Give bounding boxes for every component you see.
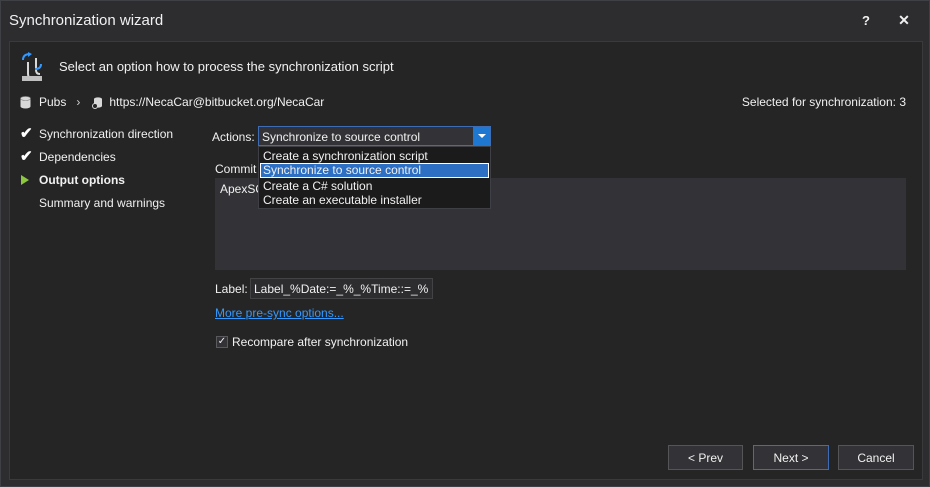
title-bar: Synchronization wizard ? ✕	[1, 1, 929, 39]
selected-count: Selected for synchronization: 3	[741, 95, 906, 109]
step-synchronization-direction[interactable]: ✔ Synchronization direction	[20, 122, 173, 145]
repository-icon	[92, 96, 103, 109]
option-create-sync-script[interactable]: Create a synchronization script	[260, 149, 489, 164]
actions-selected-value: Synchronize to source control	[262, 130, 421, 144]
check-icon: ✓	[217, 336, 227, 347]
wizard-steps: ✔ Synchronization direction ✔ Dependenci…	[20, 122, 173, 214]
database-name: Pubs	[39, 95, 67, 109]
actions-label: Actions:	[212, 130, 255, 144]
next-button[interactable]: Next >	[753, 445, 829, 470]
checkmark-icon: ✔	[20, 125, 33, 142]
recompare-checkbox-row[interactable]: ✓ Recompare after synchronization	[216, 335, 408, 349]
option-create-executable-installer[interactable]: Create an executable installer	[260, 193, 489, 208]
label-input[interactable]	[250, 278, 433, 299]
option-sync-to-source-control[interactable]: Synchronize to source control	[260, 163, 489, 178]
more-pre-sync-options-link[interactable]: More pre-sync options...	[215, 306, 344, 320]
cancel-button[interactable]: Cancel	[838, 445, 914, 470]
actions-combobox[interactable]: Synchronize to source control	[258, 126, 491, 146]
source-target-row: Pubs › https://NecaCar@bitbucket.org/Nec…	[20, 94, 324, 110]
label-field-label: Label:	[215, 282, 248, 296]
wizard-panel: Select an option how to process the sync…	[9, 41, 923, 480]
prev-button[interactable]: < Prev	[668, 445, 743, 470]
chevron-down-icon	[477, 134, 486, 138]
sync-script-icon	[22, 52, 42, 81]
recompare-label: Recompare after synchronization	[232, 335, 409, 349]
step-label: Summary and warnings	[39, 195, 166, 210]
dropdown-button[interactable]	[473, 127, 490, 145]
repository-url: https://NecaCar@bitbucket.org/NecaCar	[109, 95, 325, 109]
actions-dropdown-list: Create a synchronization script Synchron…	[258, 146, 491, 209]
play-arrow-icon	[21, 174, 29, 185]
step-label: Synchronization direction	[39, 126, 174, 141]
step-dependencies[interactable]: ✔ Dependencies	[20, 145, 173, 168]
step-output-options[interactable]: Output options	[20, 168, 173, 191]
chevron-right-icon: ›	[76, 95, 81, 109]
checkmark-icon: ✔	[20, 148, 33, 165]
option-create-csharp-solution[interactable]: Create a C# solution	[260, 179, 489, 194]
database-icon	[20, 95, 31, 108]
header-prompt: Select an option how to process the sync…	[59, 59, 394, 74]
window-title: Synchronization wizard	[9, 12, 164, 29]
step-summary-and-warnings[interactable]: Summary and warnings	[20, 191, 173, 214]
close-button[interactable]: ✕	[891, 9, 917, 31]
help-button[interactable]: ?	[853, 9, 879, 31]
wizard-window: Synchronization wizard ? ✕ Select an opt…	[0, 0, 930, 487]
step-label: Output options	[39, 172, 125, 187]
recompare-checkbox[interactable]: ✓	[216, 336, 228, 348]
step-label: Dependencies	[39, 149, 116, 164]
